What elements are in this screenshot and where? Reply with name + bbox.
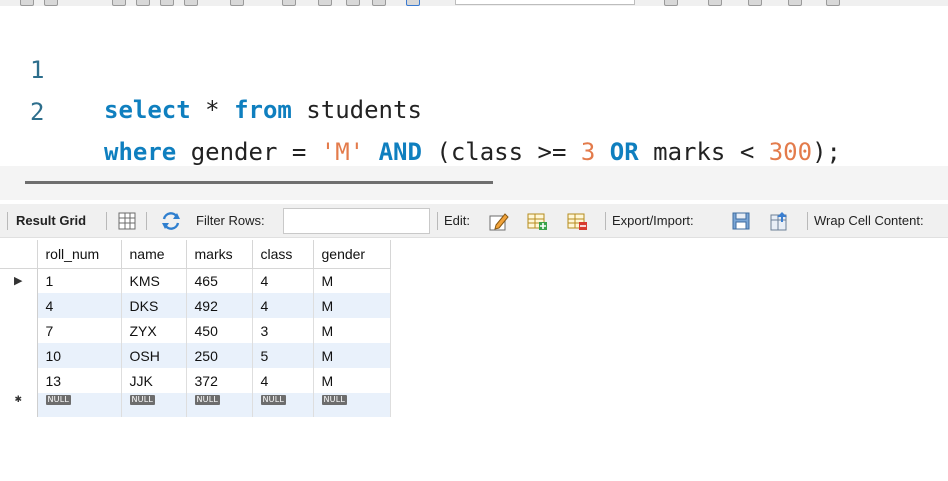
- cell-name[interactable]: JJK: [121, 368, 187, 393]
- result-grid: roll_num name marks class gender ▶ 1 KMS 46…: [0, 240, 391, 417]
- cell-name[interactable]: ZYX: [121, 318, 187, 343]
- cell-gender[interactable]: M: [313, 318, 391, 343]
- toolbar-separator: [146, 212, 147, 230]
- cell-roll-num[interactable]: 7: [37, 318, 122, 343]
- code-line: 1 select * from students: [0, 10, 948, 124]
- export-import-label: Export/Import:: [612, 213, 694, 228]
- row-header[interactable]: [0, 293, 38, 318]
- null-cell[interactable]: NULL: [313, 393, 391, 417]
- cell-class[interactable]: 4: [252, 293, 314, 318]
- null-badge: NULL: [194, 395, 221, 405]
- sql-keyword: OR: [609, 138, 639, 166]
- cell-marks[interactable]: 372: [186, 368, 253, 393]
- sql-literal: 300: [768, 138, 813, 166]
- null-cell[interactable]: NULL: [121, 393, 187, 417]
- edit-label: Edit:: [444, 213, 471, 228]
- add-row-icon[interactable]: [526, 210, 548, 232]
- line-number: 2: [30, 98, 45, 126]
- cell-roll-num[interactable]: 10: [37, 343, 122, 368]
- column-header[interactable]: gender: [313, 240, 391, 269]
- limit-select[interactable]: [455, 0, 635, 5]
- row-header[interactable]: [0, 343, 38, 368]
- cell-class[interactable]: 4: [252, 268, 314, 293]
- export-icon[interactable]: [730, 210, 752, 232]
- delete-row-icon[interactable]: [566, 210, 588, 232]
- table-row[interactable]: 13 JJK 372 4 M: [0, 368, 391, 393]
- cell-marks[interactable]: 450: [186, 318, 253, 343]
- cell-roll-num[interactable]: 4: [37, 293, 122, 318]
- table-row[interactable]: 10 OSH 250 5 M: [0, 343, 391, 368]
- sql-keyword: from: [234, 96, 292, 124]
- cell-gender[interactable]: M: [313, 293, 391, 318]
- panel-splitter[interactable]: [0, 166, 948, 200]
- cell-class[interactable]: 5: [252, 343, 314, 368]
- cell-marks[interactable]: 465: [186, 268, 253, 293]
- cell-gender[interactable]: M: [313, 368, 391, 393]
- null-badge: NULL: [129, 395, 156, 405]
- cell-roll-num[interactable]: 1: [37, 268, 122, 293]
- sql-text: (class >=: [421, 138, 581, 166]
- null-badge: NULL: [45, 395, 72, 405]
- new-row-indicator[interactable]: ✱: [0, 393, 38, 417]
- import-icon[interactable]: [768, 210, 790, 232]
- table-row[interactable]: ▶ 1 KMS 465 4 M: [0, 268, 391, 293]
- table-row[interactable]: 7 ZYX 450 3 M: [0, 318, 391, 343]
- null-badge: NULL: [321, 395, 348, 405]
- filter-rows-input[interactable]: [283, 208, 430, 234]
- toolbar-separator: [807, 212, 808, 230]
- column-header[interactable]: class: [252, 240, 314, 269]
- sql-text: marks <: [638, 138, 769, 166]
- code-text: select * from students: [104, 90, 422, 130]
- sql-keyword: select: [104, 96, 191, 124]
- null-cell[interactable]: NULL: [37, 393, 122, 417]
- toolbar-separator: [7, 212, 8, 230]
- row-header[interactable]: [0, 368, 38, 393]
- column-header[interactable]: name: [121, 240, 187, 269]
- toolbar-separator: [605, 212, 606, 230]
- null-cell[interactable]: NULL: [252, 393, 314, 417]
- table-row[interactable]: 4 DKS 492 4 M: [0, 293, 391, 318]
- column-header[interactable]: roll_num: [37, 240, 122, 269]
- header-row: roll_num name marks class gender: [0, 240, 391, 269]
- result-toolbar: Result Grid Filter Rows: Edit: Export/Im…: [0, 204, 948, 238]
- filter-rows-label: Filter Rows:: [196, 213, 265, 228]
- sql-text: students: [291, 96, 422, 124]
- new-row[interactable]: ✱ NULL NULL NULL NULL NULL: [0, 393, 391, 417]
- row-header[interactable]: [0, 318, 38, 343]
- refresh-icon[interactable]: [160, 210, 182, 232]
- null-badge: NULL: [260, 395, 287, 405]
- sql-keyword: AND: [378, 138, 422, 166]
- sql-literal: 3: [580, 138, 596, 166]
- cell-name[interactable]: OSH: [121, 343, 187, 368]
- row-header-corner: [0, 240, 38, 269]
- edit-row-icon[interactable]: [488, 210, 510, 232]
- splitter-handle[interactable]: [25, 181, 493, 184]
- cell-marks[interactable]: 250: [186, 343, 253, 368]
- result-grid-label[interactable]: Result Grid: [16, 204, 86, 238]
- cell-marks[interactable]: 492: [186, 293, 253, 318]
- cell-gender[interactable]: M: [313, 343, 391, 368]
- cell-class[interactable]: 4: [252, 368, 314, 393]
- sql-literal: 'M': [320, 138, 365, 166]
- null-cell[interactable]: NULL: [186, 393, 253, 417]
- toolbar-separator: [437, 212, 438, 230]
- sql-editor[interactable]: 1 select * from students 2 where gender …: [0, 6, 948, 166]
- code-line: 2 where gender = 'M' AND (class >= 3 OR …: [0, 52, 948, 166]
- toolbar-separator: [106, 212, 107, 230]
- cell-name[interactable]: KMS: [121, 268, 187, 293]
- cell-class[interactable]: 3: [252, 318, 314, 343]
- cell-roll-num[interactable]: 13: [37, 368, 122, 393]
- current-row-indicator[interactable]: ▶: [0, 268, 38, 293]
- cell-name[interactable]: DKS: [121, 293, 187, 318]
- cell-gender[interactable]: M: [313, 268, 391, 293]
- grid-layout-icon[interactable]: [116, 210, 138, 232]
- sql-keyword: where: [104, 138, 177, 166]
- wrap-cell-label: Wrap Cell Content:: [814, 213, 924, 228]
- sql-text: *: [190, 96, 235, 124]
- sql-text: );: [812, 138, 841, 166]
- column-header[interactable]: marks: [186, 240, 253, 269]
- sql-text: gender =: [176, 138, 321, 166]
